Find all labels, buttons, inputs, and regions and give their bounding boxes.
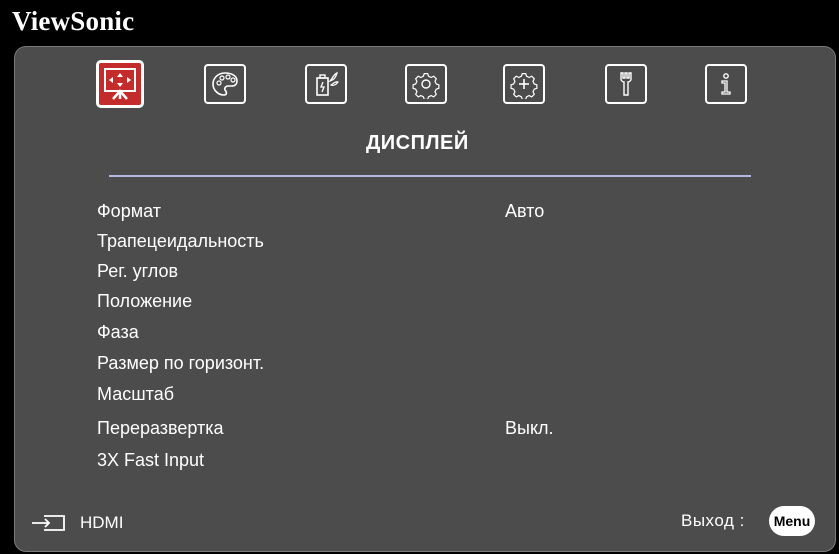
menu-item-format[interactable]: Формат xyxy=(97,201,161,222)
tab-image[interactable] xyxy=(204,64,246,104)
tab-info[interactable] xyxy=(705,64,747,104)
menu-item-keystone[interactable]: Трапецеидальность xyxy=(97,231,264,252)
section-title: ДИСПЛЕЙ xyxy=(366,132,469,154)
gear-icon xyxy=(412,73,440,99)
menu-value-overscan: Выкл. xyxy=(505,418,554,438)
palette-icon xyxy=(212,72,238,96)
tab-basic[interactable] xyxy=(405,64,447,104)
menu-item-position[interactable]: Положение xyxy=(97,291,192,312)
wrench-icon xyxy=(620,72,632,96)
input-source-icon xyxy=(32,515,65,531)
menu-item-corner-adjust[interactable]: Рег. углов xyxy=(97,261,178,282)
power-management-icon xyxy=(316,71,339,96)
brand-logo: ViewSonic xyxy=(12,6,135,36)
menu-item-overscan[interactable]: Переразвертка xyxy=(97,418,224,439)
menu-item-zoom[interactable]: Масштаб xyxy=(97,384,174,405)
menu-value-format: Авто xyxy=(505,201,545,221)
tab-advanced[interactable] xyxy=(503,64,545,104)
display-screen-icon xyxy=(104,68,136,100)
menu-item-fast-input[interactable]: 3X Fast Input xyxy=(97,450,204,471)
tab-settings[interactable] xyxy=(605,64,647,104)
menu-button[interactable]: Menu xyxy=(769,506,815,536)
tab-power[interactable] xyxy=(305,64,347,104)
title-divider xyxy=(109,175,751,177)
osd-menu-panel: ДИСПЛЕЙ Формат Авто Трапецеидальность Ре… xyxy=(14,46,836,552)
menu-item-h-size[interactable]: Размер по горизонт. xyxy=(97,353,264,374)
info-icon xyxy=(721,73,731,95)
menu-item-phase[interactable]: Фаза xyxy=(97,322,139,343)
tab-display[interactable] xyxy=(96,60,144,108)
advanced-gear-icon xyxy=(510,73,538,99)
source-label: HDMI xyxy=(80,513,124,532)
exit-label: Выход : xyxy=(681,511,745,530)
